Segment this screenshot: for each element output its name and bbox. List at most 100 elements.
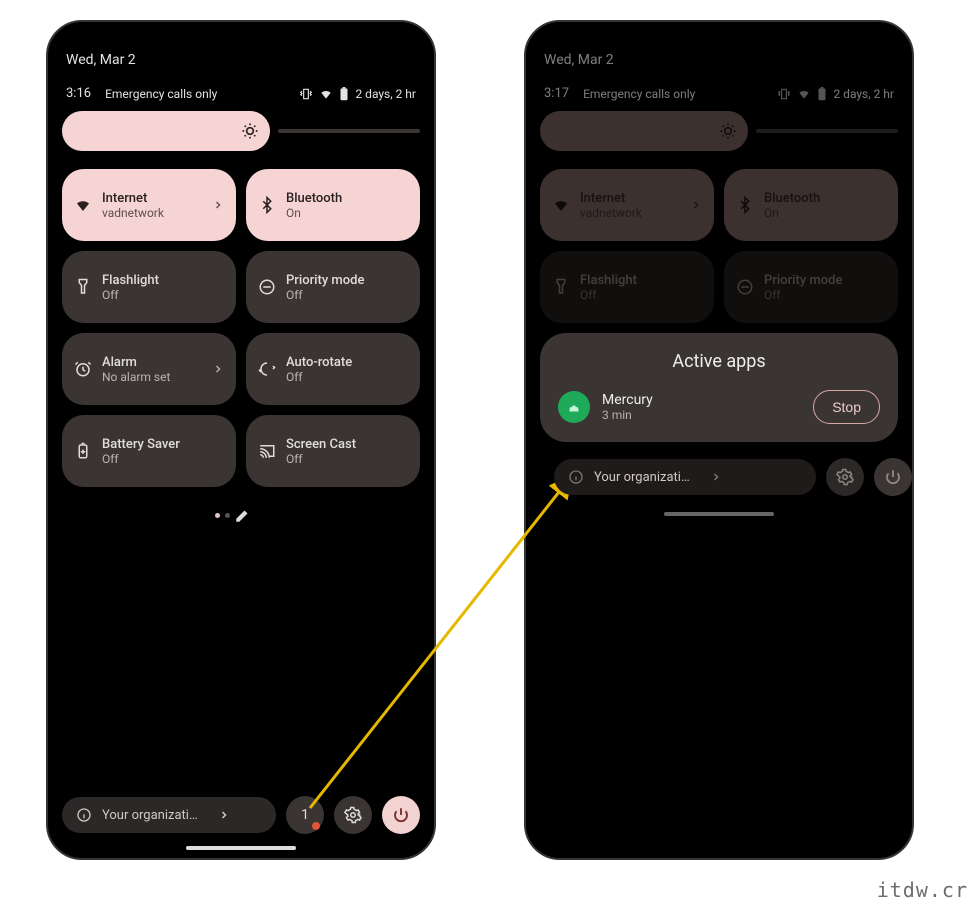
chevron-right-icon: [690, 199, 702, 211]
notification-dot-icon: [312, 822, 320, 830]
power-button[interactable]: [382, 796, 420, 834]
edit-button[interactable]: [224, 496, 262, 534]
tile-bluetooth[interactable]: Bluetooth On: [246, 169, 420, 241]
vibrate-icon: [299, 87, 313, 101]
tile-autorotate[interactable]: Auto-rotate Off: [246, 333, 420, 405]
date-label: Wed, Mar 2: [544, 52, 894, 68]
dnd-icon: [258, 278, 276, 296]
rotate-icon: [258, 360, 276, 378]
tile-sub: vadnetwork: [580, 206, 680, 220]
battery-text: 2 days, 2 hr: [833, 87, 894, 101]
tile-title: Bluetooth: [764, 191, 886, 206]
tile-title: Priority mode: [764, 273, 886, 288]
alarm-icon: [74, 360, 92, 378]
battery-icon: [339, 87, 349, 101]
tile-priority[interactable]: Priority mode Off: [724, 251, 898, 323]
wifi-icon: [797, 87, 811, 101]
org-text: Your organizati…: [594, 470, 690, 485]
tile-alarm[interactable]: Alarm No alarm set: [62, 333, 236, 405]
app-name: Mercury: [602, 392, 801, 408]
wifi-icon: [552, 196, 570, 214]
brightness-slider-row: [62, 111, 420, 151]
dnd-icon: [736, 278, 754, 296]
watermark: itdw.cr: [877, 878, 968, 902]
power-button[interactable]: [874, 458, 912, 496]
date-label: Wed, Mar 2: [66, 52, 416, 68]
qs-tiles: Internet vadnetwork Bluetooth On Flashli…: [540, 169, 898, 323]
tile-title: Flashlight: [102, 273, 224, 288]
flashlight-icon: [74, 278, 92, 296]
active-app-row: Mercury 3 min Stop: [558, 390, 880, 424]
phone-right: Wed, Mar 2 3:17 Emergency calls only 2 d…: [524, 20, 914, 860]
tile-flashlight[interactable]: Flashlight Off: [62, 251, 236, 323]
tile-cast[interactable]: Screen Cast Off: [246, 415, 420, 487]
vibrate-icon: [777, 87, 791, 101]
status-bar: 3:16 Emergency calls only 2 days, 2 hr: [66, 86, 416, 101]
tile-bluetooth[interactable]: Bluetooth On: [724, 169, 898, 241]
pager-row: [62, 503, 420, 527]
tile-sub: Off: [102, 288, 224, 302]
home-indicator[interactable]: [664, 512, 774, 516]
brightness-track[interactable]: [756, 129, 898, 133]
tile-sub: On: [764, 206, 886, 220]
qs-tiles: Internet vadnetwork Bluetooth On Flashli…: [62, 169, 420, 487]
tile-title: Flashlight: [580, 273, 702, 288]
chevron-right-icon: [212, 199, 224, 211]
home-indicator[interactable]: [186, 846, 296, 850]
org-chip[interactable]: Your organizati…: [62, 797, 276, 833]
tile-title: Screen Cast: [286, 437, 408, 452]
tile-sub: Off: [764, 288, 886, 302]
active-apps-card: Active apps Mercury 3 min Stop: [540, 333, 898, 442]
flashlight-icon: [552, 278, 570, 296]
tile-title: Auto-rotate: [286, 355, 408, 370]
emergency-label: Emergency calls only: [583, 87, 695, 101]
brightness-slider[interactable]: [62, 111, 270, 151]
brightness-icon: [240, 121, 260, 141]
tile-title: Priority mode: [286, 273, 408, 288]
app-duration: 3 min: [602, 408, 801, 422]
tile-title: Bluetooth: [286, 191, 408, 206]
clock-label: 3:16: [66, 86, 91, 101]
tile-sub: Off: [286, 452, 408, 466]
status-bar: 3:17 Emergency calls only 2 days, 2 hr: [544, 86, 894, 101]
wifi-icon: [319, 87, 333, 101]
settings-button[interactable]: [334, 796, 372, 834]
tile-internet[interactable]: Internet vadnetwork: [540, 169, 714, 241]
org-chip[interactable]: Your organizati…: [554, 459, 816, 495]
brightness-slider-row: [540, 111, 898, 151]
tile-sub: vadnetwork: [102, 206, 202, 220]
battery-saver-icon: [74, 442, 92, 460]
wifi-icon: [74, 196, 92, 214]
active-apps-heading: Active apps: [558, 351, 880, 372]
info-icon: [76, 807, 92, 823]
tile-title: Internet: [580, 191, 680, 206]
bluetooth-icon: [736, 196, 754, 214]
tile-battery-saver[interactable]: Battery Saver Off: [62, 415, 236, 487]
chevron-right-icon: [212, 363, 224, 375]
battery-text: 2 days, 2 hr: [355, 87, 416, 101]
active-apps-count-button[interactable]: 1: [286, 796, 324, 834]
org-text: Your organizati…: [102, 808, 198, 823]
stop-button[interactable]: Stop: [813, 390, 880, 424]
footer-row: Your organizati…: [554, 458, 912, 496]
brightness-track[interactable]: [278, 129, 420, 133]
tile-sub: Off: [286, 370, 408, 384]
brightness-icon: [718, 121, 738, 141]
footer-row: Your organizati… 1: [62, 796, 420, 834]
settings-button[interactable]: [826, 458, 864, 496]
emergency-label: Emergency calls only: [105, 87, 217, 101]
tile-flashlight[interactable]: Flashlight Off: [540, 251, 714, 323]
tile-sub: No alarm set: [102, 370, 202, 384]
tile-sub: Off: [102, 452, 224, 466]
tile-priority[interactable]: Priority mode Off: [246, 251, 420, 323]
tile-sub: On: [286, 206, 408, 220]
tile-internet[interactable]: Internet vadnetwork: [62, 169, 236, 241]
tile-title: Internet: [102, 191, 202, 206]
tile-title: Alarm: [102, 355, 202, 370]
phone-left: Wed, Mar 2 3:16 Emergency calls only 2 d…: [46, 20, 436, 860]
tile-sub: Off: [580, 288, 702, 302]
bluetooth-icon: [258, 196, 276, 214]
brightness-slider[interactable]: [540, 111, 748, 151]
active-count: 1: [301, 807, 309, 823]
info-icon: [568, 469, 584, 485]
